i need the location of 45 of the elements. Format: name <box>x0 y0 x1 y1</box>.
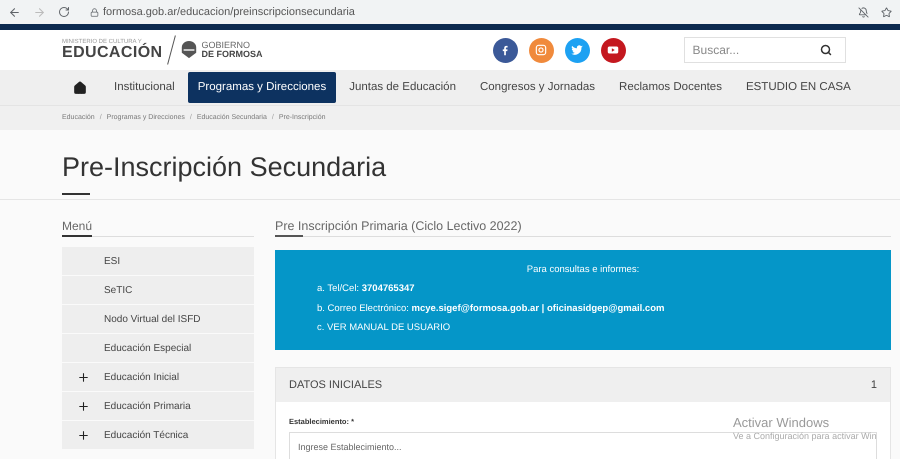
info-line: a. Tel/Cel: 3704765347 <box>317 282 415 296</box>
social-link[interactable] <box>492 38 518 62</box>
social-link[interactable] <box>600 38 626 62</box>
bird-icon <box>570 43 584 57</box>
reload-icon[interactable] <box>58 6 70 18</box>
star-icon[interactable] <box>881 6 892 18</box>
plus-icon[interactable] <box>76 370 90 384</box>
nav-tab[interactable]: Reclamos Docentes <box>608 72 733 103</box>
government-label: GOBIERNO <box>202 41 252 50</box>
plus-icon[interactable] <box>76 400 90 412</box>
search-icon[interactable] <box>820 44 832 56</box>
info-line: c. VER MANUAL DE USUARIO <box>317 320 450 335</box>
bell-off-icon[interactable] <box>858 6 869 18</box>
address-field[interactable]: formosa.gob.ar/educacion/preinscripcionsecundaria <box>103 4 355 20</box>
section-title: Pre Inscripción Primaria (Ciclo Lectivo 2022) <box>275 218 523 234</box>
sidebar-item[interactable]: Educación Primaria <box>62 392 254 420</box>
menu-heading: Menú <box>62 218 94 234</box>
info-line: b. Correo Electrónico: mcye.sigef@formosa.gob.ar | oficinasidgep@gmail.com <box>317 302 664 316</box>
sidebar-item[interactable]: SeTIC <box>62 276 254 304</box>
activation-notice-title: Activar Windows <box>733 415 830 432</box>
search-field[interactable]: Buscar... <box>684 37 846 63</box>
social-link[interactable] <box>564 38 590 62</box>
government-label: DE FORMOSA <box>202 50 263 59</box>
nav-tab[interactable]: ESTUDIO EN CASA <box>734 72 862 103</box>
sidebar-item[interactable]: ESI <box>62 247 254 275</box>
step-title: DATOS INICIALES <box>289 378 382 393</box>
logo-title: EDUCACIÓN <box>62 45 162 61</box>
back-icon[interactable] <box>8 6 21 18</box>
info-heading: Para consultas e informes: <box>526 263 640 277</box>
activation-notice-text: Ve a Configuración para activar Win <box>733 431 877 442</box>
home-icon[interactable] <box>73 80 87 94</box>
lock-icon <box>90 8 99 16</box>
nav-tab[interactable]: Juntas de Educación <box>338 72 467 103</box>
step-number: 1 <box>870 378 877 393</box>
sidebar-item[interactable]: Educación Técnica <box>62 421 254 449</box>
nav-tab[interactable]: Congresos y Jornadas <box>468 72 606 103</box>
sidebar-item[interactable]: Nodo Virtual del ISFD <box>62 305 254 333</box>
camera-icon <box>534 43 548 57</box>
plus-icon[interactable] <box>76 428 90 442</box>
nav-tab[interactable]: Programas y Direcciones <box>188 72 336 103</box>
shield-icon <box>180 40 198 60</box>
page-title: Pre-Inscripción Secundaria <box>62 151 388 184</box>
sidebar-item[interactable]: Educación Especial <box>62 334 254 362</box>
nav-tab[interactable]: Institucional <box>103 72 186 103</box>
sidebar-item[interactable]: Educación Inicial <box>62 363 254 391</box>
